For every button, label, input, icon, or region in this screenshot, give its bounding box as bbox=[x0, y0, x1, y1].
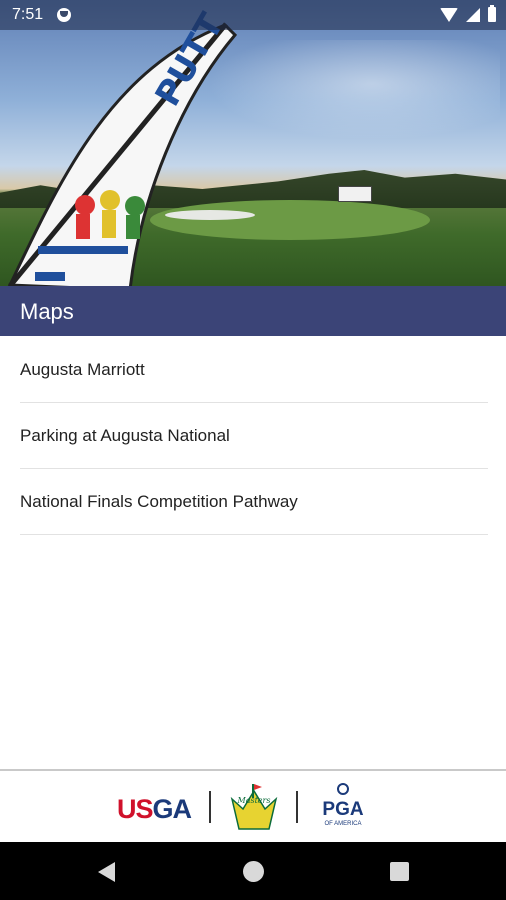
svg-text:PGA: PGA bbox=[322, 799, 363, 820]
cell-signal-icon bbox=[466, 7, 480, 22]
system-icons bbox=[440, 5, 496, 22]
sponsor-footer: USGA Masters PGA OF AMERICA bbox=[0, 771, 506, 842]
svg-text:OF AMERICA: OF AMERICA bbox=[324, 821, 361, 827]
section-header: Maps bbox=[0, 286, 506, 336]
list-item-parking[interactable]: Parking at Augusta National bbox=[20, 403, 488, 469]
back-icon[interactable] bbox=[98, 862, 115, 882]
scoreboard bbox=[338, 186, 372, 202]
list-item-label: Parking at Augusta National bbox=[20, 426, 230, 445]
masters-logo: Masters bbox=[230, 784, 278, 830]
list-item-label: National Finals Competition Pathway bbox=[20, 492, 298, 511]
wifi-icon bbox=[440, 7, 458, 22]
recent-apps-icon[interactable] bbox=[390, 862, 409, 881]
sponsor-separator bbox=[296, 791, 298, 823]
home-icon[interactable] bbox=[243, 861, 264, 882]
maps-list: Augusta Marriott Parking at Augusta Nati… bbox=[0, 337, 506, 535]
list-item-label: Augusta Marriott bbox=[20, 360, 145, 379]
battery-icon bbox=[488, 5, 496, 22]
list-item-finals-pathway[interactable]: National Finals Competition Pathway bbox=[20, 469, 488, 535]
hero-image: PUTT 7:51 bbox=[0, 0, 506, 286]
svg-text:Masters: Masters bbox=[237, 796, 271, 805]
page-title: Maps bbox=[20, 299, 74, 324]
list-item-augusta-marriott[interactable]: Augusta Marriott bbox=[20, 337, 488, 403]
status-bar: 7:51 bbox=[0, 0, 506, 30]
usga-logo: USGA bbox=[117, 794, 192, 824]
status-time: 7:51 bbox=[12, 6, 44, 23]
sponsor-separator bbox=[209, 791, 211, 823]
pga-logo: PGA OF AMERICA bbox=[322, 783, 364, 827]
notification-icon bbox=[57, 8, 71, 22]
android-nav-bar bbox=[0, 842, 506, 900]
